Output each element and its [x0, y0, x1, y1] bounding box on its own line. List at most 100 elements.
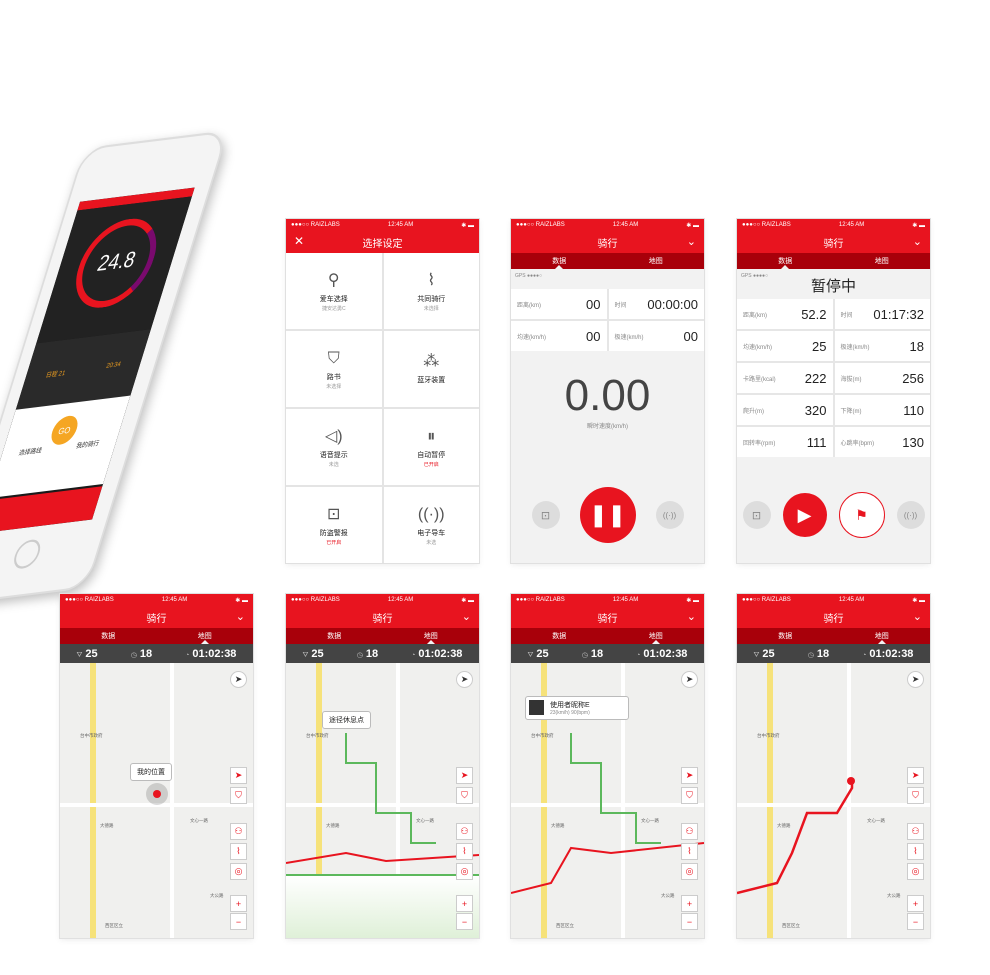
status-bar: ●●●○○ RAIZLABS 12:45 AM ✱ ▬ [737, 219, 930, 231]
tab-data[interactable]: 数据 [511, 253, 608, 269]
chevron-down-icon[interactable]: ⌄ [687, 610, 696, 623]
map-book-icon[interactable]: ⛉ [456, 787, 473, 804]
compass-icon[interactable]: ➤ [456, 671, 473, 688]
tab-data[interactable]: 数据 [60, 628, 157, 644]
lock-button[interactable]: ⊡ [531, 501, 560, 529]
compass-icon[interactable]: ➤ [907, 671, 924, 688]
close-icon[interactable]: ✕ [294, 234, 304, 248]
navigate-icon[interactable]: ➤ [907, 767, 924, 784]
settings-item[interactable]: ◁) 语音提示 未选 [286, 409, 382, 485]
tab-data[interactable]: 数据 [511, 628, 608, 644]
signal-button[interactable]: ((·)) [896, 501, 925, 529]
flag-button[interactable]: ⚑ [838, 492, 885, 538]
ride-navbar: 骑行 ⌄ [286, 606, 479, 628]
ride-data-paused-screen: ●●●○○ RAIZLABS 12:45 AM ✱ ▬ 骑行 ⌄ 数据 地图 GPS … [737, 219, 930, 563]
zoom-in-button[interactable]: + [456, 895, 473, 912]
road [170, 663, 174, 938]
idle-stats-grid: 距离(km) 00 时间 00:00:00 均速(km/h) 00 极速(km/h) 0… [511, 289, 704, 351]
map-view[interactable]: 大德路文心一路大公路台中市政府西区区立途径休息点➤➤⛉⚇⌇◎+− [286, 663, 479, 938]
zoom-out-button[interactable]: − [907, 913, 924, 930]
ride-title: 骑行 [597, 238, 618, 250]
settings-item-label: 共同骑行 [417, 295, 446, 303]
settings-item[interactable]: ⏸ 自动暂停 已开启 [383, 409, 479, 485]
zoom-out-button[interactable]: − [456, 913, 473, 930]
pause-button[interactable]: ❚❚ [579, 487, 636, 543]
zoom-in-button[interactable]: + [907, 895, 924, 912]
ride-navbar: 骑行 ⌄ [737, 606, 930, 628]
elevation-icon[interactable]: ⌇ [681, 843, 698, 860]
stat-max-speed: 极速(km/h) 00 [608, 321, 704, 351]
tab-map[interactable]: 地图 [157, 628, 254, 644]
settings-item-label: 蓝牙装置 [417, 377, 446, 384]
chevron-down-icon[interactable]: ⌄ [236, 610, 245, 623]
settings-item[interactable]: ⁂ 蓝牙装置 [383, 331, 479, 407]
play-button[interactable]: ▶ [782, 493, 827, 537]
tab-data[interactable]: 数据 [737, 253, 834, 269]
signal-button[interactable]: ((·)) [655, 501, 684, 529]
chevron-down-icon[interactable]: ⌄ [913, 235, 922, 248]
target-icon[interactable]: ◎ [230, 863, 247, 880]
map-view[interactable]: 大德路 文心一路 大公路 台中市政府 西区区立 我的位置 ➤ ➤ ⛉ ⚇ ⌇ ◎ + − [60, 663, 253, 938]
settings-item[interactable]: ⌇ 共同骑行 未选择 [383, 253, 479, 329]
group-icon[interactable]: ⚇ [681, 823, 698, 840]
status-bar: ●●●○○ RAIZLABS 12:45 AM ✱ ▬ [511, 219, 704, 231]
settings-item[interactable]: ⛉ 路书 未选择 [286, 331, 382, 407]
zoom-out-button[interactable]: − [230, 913, 247, 930]
ride-navbar: 骑行 ⌄ [511, 231, 704, 253]
settings-screen: ●●●○○ RAIZLABS 12:45 AM ✱ ▬ ✕ 选择设定 ⚲ 爱车选择 捷安… [286, 219, 479, 563]
target-icon[interactable]: ◎ [456, 863, 473, 880]
control-buttons: ⊡ ▶ ⚑ ((·)) [737, 492, 930, 538]
tab-map[interactable]: 地图 [834, 628, 931, 644]
stat-value: 18 [909, 338, 924, 354]
settings-item[interactable]: ⊡ 防盗警报 已开启 [286, 487, 382, 563]
elevation-icon[interactable]: ⌇ [907, 843, 924, 860]
zoom-in-button[interactable]: + [230, 895, 247, 912]
tab-map[interactable]: 地图 [608, 253, 705, 269]
stat-cell: 海拔(m) 256 [834, 363, 930, 393]
compass-icon[interactable]: ➤ [230, 671, 247, 688]
location-marker-icon [847, 777, 855, 785]
stat-value: 01:02:38 [869, 647, 914, 660]
elevation-icon[interactable]: ⌇ [230, 843, 247, 860]
navigate-icon[interactable]: ➤ [230, 767, 247, 784]
elevation-icon[interactable]: ⌇ [456, 843, 473, 860]
map-stat-speed: ◷ 18 [130, 647, 153, 660]
chevron-down-icon[interactable]: ⌄ [687, 235, 696, 248]
tab-data[interactable]: 数据 [286, 628, 383, 644]
tab-map[interactable]: 地图 [608, 628, 705, 644]
map-book-icon[interactable]: ⛉ [230, 787, 247, 804]
stat-label: 极速(km/h) [840, 344, 870, 351]
map-book-icon[interactable]: ⛉ [681, 787, 698, 804]
group-icon[interactable]: ⚇ [907, 823, 924, 840]
navigate-icon[interactable]: ➤ [456, 767, 473, 784]
stat-cell: 距离(km) 52.2 [737, 299, 833, 329]
map-stat-time: ◔ 01:02:38 [185, 647, 237, 660]
stat-label: 均速(km/h) [743, 344, 772, 351]
settings-item[interactable]: ((·)) 电子导车 未选 [383, 487, 479, 563]
zoom-out-button[interactable]: − [681, 913, 698, 930]
settings-item-label: 路书 [326, 373, 341, 381]
tab-map[interactable]: 地图 [834, 253, 931, 269]
chevron-down-icon[interactable]: ⌄ [462, 610, 471, 623]
target-icon[interactable]: ◎ [681, 863, 698, 880]
bike-icon: ⚲ [327, 271, 340, 289]
compass-icon[interactable]: ➤ [681, 671, 698, 688]
phone-select-route[interactable]: 选择路线 [18, 444, 44, 456]
target-icon[interactable]: ◎ [907, 863, 924, 880]
map-view[interactable]: 大德路 文心一路 大公路 台中市政府 西区区立 使用者昵称E 23(km/h) 90(bpm… [511, 663, 704, 938]
phone-my-ride[interactable]: 我的骑行 [75, 437, 101, 449]
chevron-down-icon[interactable]: ⌄ [913, 610, 922, 623]
navigate-icon[interactable]: ➤ [681, 767, 698, 784]
settings-item[interactable]: ⚲ 爱车选择 捷安达勇C [286, 253, 382, 329]
tab-map[interactable]: 地图 [383, 628, 480, 644]
paused-stats-grid: 距离(km) 52.2 时间 01:17:32 均速(km/h) 25 极速(km/h) 18… [737, 299, 930, 457]
group-icon[interactable]: ⚇ [230, 823, 247, 840]
map-view[interactable]: 大德路 文心一路 大公路 台中市政府 西区区立 ➤ ➤ ⛉ ⚇ ⌇ ◎ + − [737, 663, 930, 938]
lock-button[interactable]: ⊡ [742, 501, 771, 529]
tab-data[interactable]: 数据 [737, 628, 834, 644]
map-book-icon[interactable]: ⛉ [907, 787, 924, 804]
stat-value: 25 [812, 338, 827, 354]
zoom-in-button[interactable]: + [681, 895, 698, 912]
map-stat-distance: ⛛ 25 [527, 647, 549, 660]
group-icon[interactable]: ⚇ [456, 823, 473, 840]
